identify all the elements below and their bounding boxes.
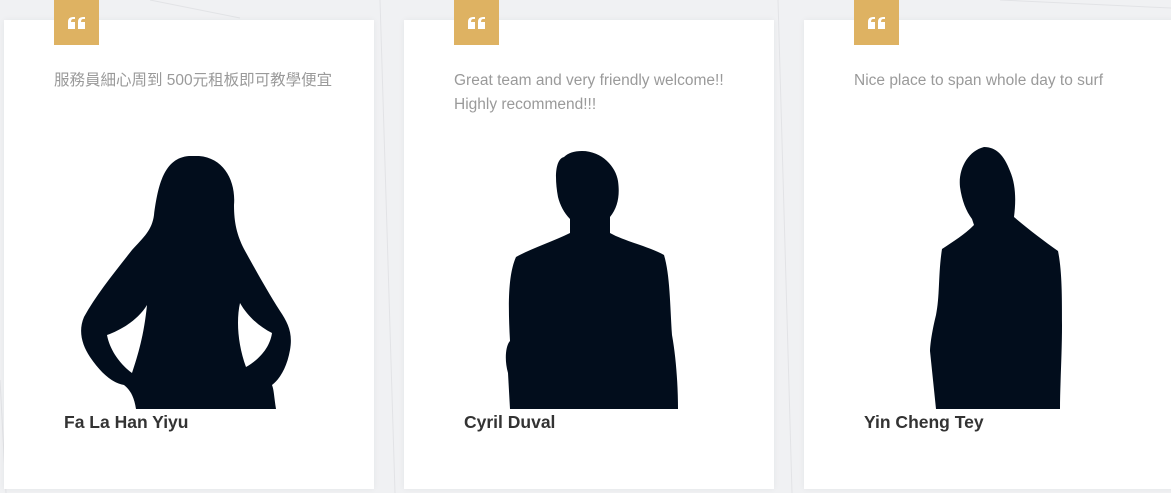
quote-icon — [867, 16, 885, 29]
male-side-silhouette-avatar — [804, 145, 1171, 410]
male-silhouette-avatar — [404, 145, 774, 410]
testimonial-card: Nice place to span whole day to surf Yin… — [804, 0, 1171, 489]
author-name: Cyril Duval — [464, 412, 556, 432]
quote-badge — [454, 0, 499, 45]
testimonial-text: Great team and very friendly welcome!! H… — [454, 72, 724, 113]
testimonial-text: Nice place to span whole day to surf — [854, 72, 1103, 89]
author-name: Fa La Han Yiyu — [64, 412, 189, 432]
author-name: Yin Cheng Tey — [864, 412, 984, 432]
quote-icon — [67, 16, 85, 29]
testimonial-text: 服務員細心周到 500元租板即可教學便宜 — [54, 72, 333, 89]
quote-icon — [467, 16, 485, 29]
quote-badge — [54, 0, 99, 45]
testimonial-card: 服務員細心周到 500元租板即可教學便宜 Fa La Han Yiyu — [4, 0, 374, 489]
female-silhouette-avatar — [4, 145, 374, 410]
testimonial-card: Great team and very friendly welcome!! H… — [404, 0, 774, 489]
quote-badge — [854, 0, 899, 45]
